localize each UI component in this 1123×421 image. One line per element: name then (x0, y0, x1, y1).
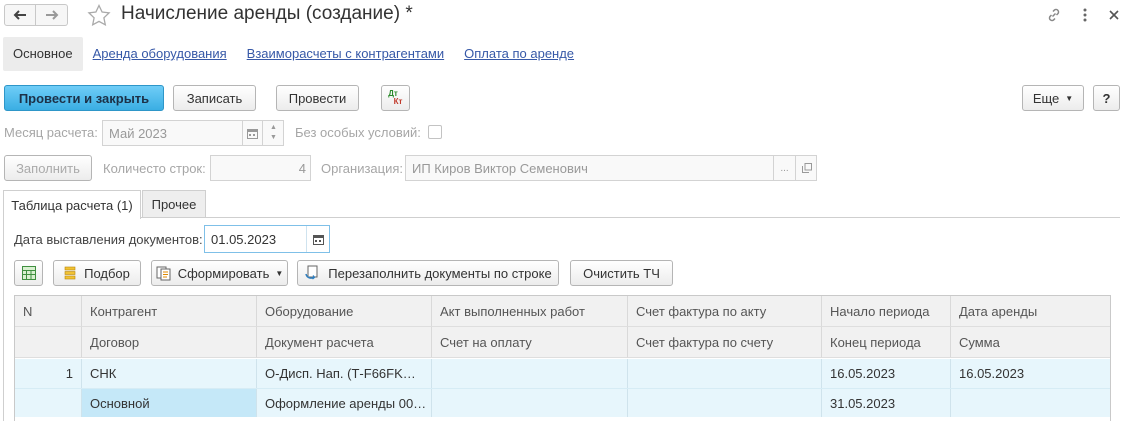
calendar-icon[interactable] (242, 120, 262, 146)
documents-icon (156, 266, 171, 280)
cell-row-number[interactable]: 1 (15, 359, 82, 388)
post-and-close-button[interactable]: Провести и закрыть (4, 85, 164, 111)
table-header-row-2: Договор Документ расчета Счет на оплату … (15, 327, 1110, 358)
section-rent-payment[interactable]: Оплата по аренде (454, 37, 584, 71)
calendar-icon[interactable] (306, 226, 329, 252)
col-header-payment-invoice[interactable]: Счет на оплату (432, 327, 628, 358)
cell-act-invoice[interactable] (628, 359, 822, 388)
post-button[interactable]: Провести (276, 85, 359, 111)
kt-label: Кт (393, 97, 403, 106)
table-header-row-1: N Контрагент Оборудование Акт выполненны… (15, 296, 1110, 327)
pick-button[interactable]: Подбор (53, 260, 141, 286)
help-button[interactable]: ? (1093, 85, 1120, 111)
col-header-invoice-by-bill[interactable]: Счет фактура по счету (628, 327, 822, 358)
cell-period-end[interactable]: 31.05.2023 (822, 389, 951, 417)
link-icon[interactable] (1045, 6, 1063, 24)
stack-icon (64, 266, 76, 280)
col-header-rent-date[interactable]: Дата аренды (951, 296, 1110, 327)
cell-invoice-by-bill[interactable] (628, 389, 822, 417)
month-spinner[interactable]: ▲ ▼ (262, 120, 284, 146)
clear-table-button[interactable]: Очистить ТЧ (570, 260, 673, 286)
organization-label: Организация: (321, 161, 404, 176)
col-header-calc-document[interactable]: Документ расчета (257, 327, 432, 358)
cell-equipment[interactable]: О-Дисп. Нап. (Т-F66FK… (257, 359, 432, 388)
refill-documents-label: Перезаполнить документы по строке (328, 265, 552, 281)
window-title: Начисление аренды (создание) * (121, 3, 413, 24)
tab-calculation-table[interactable]: Таблица расчета (1) (3, 190, 141, 219)
organization-select-button[interactable]: ... (773, 155, 795, 181)
arrow-left-icon (13, 10, 26, 20)
tab-panel-border (3, 217, 1120, 218)
form-documents-button[interactable]: Сформировать ▼ (151, 260, 288, 286)
fill-button[interactable]: Заполнить (4, 155, 92, 181)
form-documents-label: Сформировать (177, 265, 270, 281)
rows-count-label: Количесто строк: (103, 161, 206, 176)
cell-payment-invoice[interactable] (432, 389, 628, 417)
spin-up-icon: ▲ (270, 124, 277, 131)
col-header-act-invoice[interactable]: Счет фактура по акту (628, 296, 822, 327)
more-button[interactable]: Еще ▼ (1022, 85, 1084, 111)
back-button[interactable] (4, 4, 36, 26)
pick-label: Подбор (84, 265, 130, 281)
forward-button[interactable] (36, 4, 68, 26)
organization-field[interactable]: ИП Киров Виктор Семенович (405, 155, 817, 181)
save-button[interactable]: Записать (173, 85, 256, 111)
open-icon[interactable] (795, 155, 817, 181)
cell-amount[interactable] (951, 389, 1110, 417)
dt-kt-button[interactable]: Дт Кт (381, 85, 410, 111)
cell-work-act[interactable] (432, 359, 628, 388)
col-header-counterparty[interactable]: Контрагент (82, 296, 257, 327)
special-conditions-checkbox[interactable] (428, 125, 442, 139)
cell-counterparty[interactable]: СНК (82, 359, 257, 388)
col-header-n[interactable]: N (15, 296, 82, 327)
caret-down-icon: ▼ (1065, 93, 1074, 103)
col-header-period-start[interactable]: Начало периода (822, 296, 951, 327)
rows-count-field[interactable]: 4 (210, 155, 311, 181)
col-header-period-end[interactable]: Конец периода (822, 327, 951, 358)
tab-panel-left-border (3, 217, 4, 421)
table-row[interactable]: Основной Оформление аренды 00… 31.05.202… (15, 388, 1110, 417)
col-header-amount[interactable]: Сумма (951, 327, 1110, 358)
cell-contract[interactable]: Основной (82, 389, 257, 417)
arrow-right-icon (45, 10, 58, 20)
rows-count-value: 4 (298, 160, 306, 176)
table-row[interactable]: 1 СНК О-Дисп. Нап. (Т-F66FK… 16.05.2023 … (15, 359, 1110, 388)
table-icon (21, 266, 36, 280)
calculation-table: N Контрагент Оборудование Акт выполненны… (14, 295, 1111, 421)
col-header-equipment[interactable]: Оборудование (257, 296, 432, 327)
more-vertical-icon[interactable] (1076, 6, 1094, 24)
cell-calc-document[interactable]: Оформление аренды 00… (257, 389, 432, 417)
table-settings-button[interactable] (14, 260, 43, 286)
caret-down-icon: ▼ (275, 268, 284, 278)
refresh-document-icon (305, 265, 318, 280)
refill-documents-button[interactable]: Перезаполнить документы по строке (297, 260, 559, 286)
col-header-contract[interactable]: Договор (82, 327, 257, 358)
month-value: Май 2023 (109, 125, 167, 141)
issue-date-label: Дата выставления документов: (14, 232, 203, 247)
month-label: Месяц расчета: (4, 125, 98, 140)
cell-period-start[interactable]: 16.05.2023 (822, 359, 951, 388)
section-main[interactable]: Основное (3, 37, 83, 71)
tab-other[interactable]: Прочее (142, 190, 206, 218)
favorite-star-icon[interactable] (87, 4, 111, 26)
more-label: Еще (1032, 90, 1060, 106)
col-header-work-act[interactable]: Акт выполненных работ (432, 296, 628, 327)
cell-rent-date[interactable]: 16.05.2023 (951, 359, 1110, 388)
special-conditions-label: Без особых условий: (295, 125, 421, 140)
section-settlements[interactable]: Взаиморасчеты с контрагентами (237, 37, 454, 71)
section-nav: Основное Аренда оборудования Взаиморасче… (3, 37, 584, 71)
col-header-empty (15, 327, 82, 358)
close-icon[interactable] (1105, 6, 1123, 24)
section-equipment-rent[interactable]: Аренда оборудования (83, 37, 237, 71)
title-bar: Начисление аренды (создание) * (0, 0, 1123, 32)
issue-date-value: 01.05.2023 (211, 231, 277, 247)
spin-down-icon: ▼ (270, 134, 277, 141)
organization-value: ИП Киров Виктор Семенович (412, 160, 588, 176)
cell-row-number-2 (15, 389, 82, 417)
